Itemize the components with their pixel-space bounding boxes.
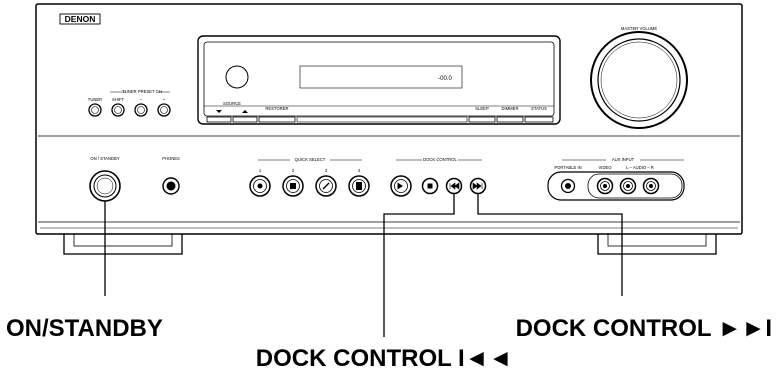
status-button[interactable] — [524, 116, 554, 123]
dock-play-pause-button[interactable] — [390, 175, 412, 197]
dock-stop-button[interactable] — [421, 177, 439, 195]
quick-select-3-button[interactable] — [315, 175, 337, 197]
source-up-button[interactable] — [232, 116, 258, 123]
shift-label: SHIFT — [112, 97, 125, 102]
tuner-label: TUNER — [88, 97, 102, 102]
quick-select-label: QUICK SELECT — [295, 157, 326, 162]
on-standby-callout: ON/STANDBY — [6, 315, 163, 342]
dimmer-label: DIMMER — [502, 106, 519, 111]
source-down-button[interactable] — [206, 116, 232, 123]
video-jack — [596, 177, 614, 195]
remote-sensor — [225, 65, 249, 89]
preset-plus-button[interactable] — [157, 103, 171, 117]
phones-label: PHONES — [162, 156, 180, 161]
status-label: STATUS — [531, 106, 547, 111]
restorer-label: RESTORER — [265, 106, 288, 111]
dock-prev-callout: DOCK CONTROL I◄◄ — [256, 345, 512, 372]
on-standby-button[interactable] — [89, 170, 121, 202]
portable-in-jack — [560, 178, 576, 194]
dock-previous-button[interactable] — [445, 177, 463, 195]
dock-next-button[interactable] — [469, 177, 487, 195]
quick-select-4-button[interactable] — [348, 175, 370, 197]
tuner-preset-label: TUNER PRESET CH — [122, 89, 161, 94]
tuner-button[interactable] — [88, 103, 102, 117]
brand-logo-text: DENON — [65, 14, 96, 24]
quick-select-1-button[interactable] — [249, 175, 271, 197]
aux-input-label: AUX INPUT — [612, 157, 635, 162]
quick-select-2-button[interactable] — [282, 175, 304, 197]
phones-jack — [162, 177, 180, 195]
audio-r-jack — [642, 177, 660, 195]
on-standby-label: ON / STANDBY — [90, 156, 119, 161]
audio-lr-label: L – AUDIO – R — [626, 165, 654, 170]
master-volume-label: MASTER VOLUME — [621, 26, 658, 31]
portable-in-label: PORTABLE IN — [554, 165, 581, 170]
sleep-label: SLEEP — [475, 106, 489, 111]
restorer-button[interactable] — [258, 116, 296, 123]
source-label: SOURCE — [223, 101, 241, 106]
receiver-diagram: DENON -00.0 SOURCE RESTORER SLEEP DIMMER… — [6, 3, 772, 372]
stop-icon — [427, 183, 433, 189]
dock-next-callout: DOCK CONTROL ►►I — [516, 315, 772, 342]
dock-control-label: DOCK CONTROL — [423, 157, 457, 162]
shift-button[interactable] — [111, 103, 125, 117]
dimmer-button[interactable] — [496, 116, 524, 123]
preset-minus-button[interactable] — [134, 103, 148, 117]
audio-l-jack — [619, 177, 637, 195]
video-label: VIDEO — [598, 165, 612, 170]
display-readout: -00.0 — [438, 76, 452, 82]
sleep-button[interactable] — [468, 116, 496, 123]
